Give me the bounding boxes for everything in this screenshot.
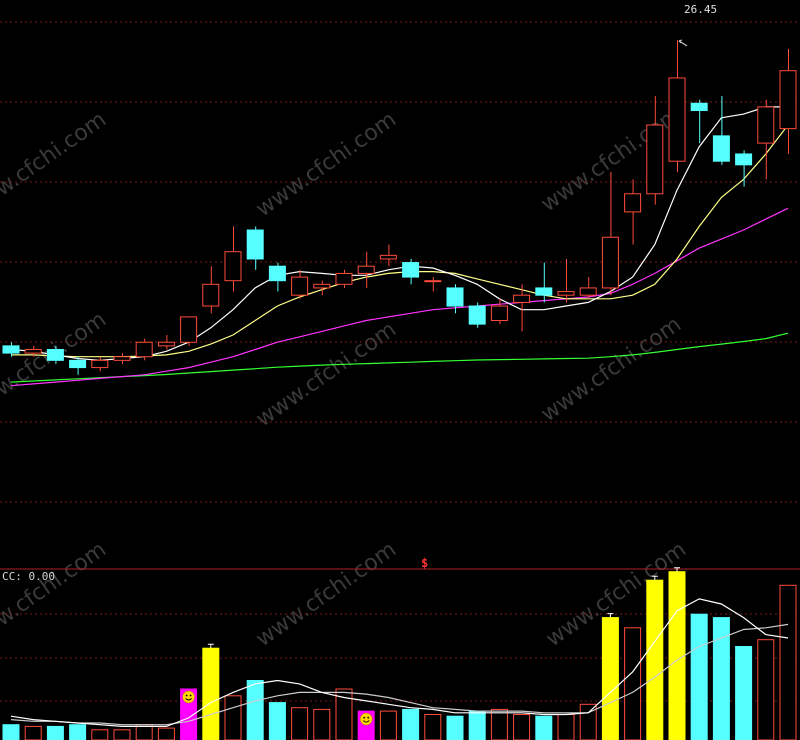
smiley-icon xyxy=(359,712,373,726)
volume-bar xyxy=(601,617,619,740)
smiley-icon xyxy=(182,690,195,704)
volume-bar xyxy=(446,715,464,740)
candle-body xyxy=(579,287,597,296)
smiley-eye xyxy=(363,716,366,719)
high-price-label: 26.45 xyxy=(684,3,718,16)
volume-bar xyxy=(2,724,20,740)
candle-body xyxy=(69,359,87,369)
candle-body xyxy=(246,229,264,260)
watermark-text: www.cfchi.com xyxy=(252,537,401,652)
smiley-eye xyxy=(189,694,192,697)
candle-body xyxy=(379,254,397,260)
volume-bar xyxy=(468,710,486,740)
volume-bar xyxy=(757,639,775,740)
candle-body xyxy=(313,283,331,289)
volume-bar xyxy=(202,647,220,740)
volume-bar xyxy=(46,725,64,740)
candle-body xyxy=(712,135,730,162)
candle-body xyxy=(624,193,642,213)
candle-body xyxy=(357,265,375,274)
smiley-face xyxy=(182,690,195,704)
volume-bar xyxy=(490,708,508,740)
volume-bar xyxy=(24,725,42,740)
smiley-eye xyxy=(185,694,188,697)
volume-bar xyxy=(379,710,397,740)
volume-bar xyxy=(690,613,708,740)
watermark-text: www.cfchi.com xyxy=(252,107,401,222)
candle-body xyxy=(668,77,686,162)
candle-body xyxy=(224,251,242,282)
watermark-text: www.cfchi.com xyxy=(0,107,111,222)
candle-body xyxy=(468,305,486,325)
volume-bar xyxy=(646,579,664,740)
volume-bar xyxy=(268,702,286,740)
watermark-text: www.cfchi.com xyxy=(252,317,401,432)
smiley-face xyxy=(359,712,373,726)
candle-body xyxy=(402,262,420,278)
signal-marker: $ xyxy=(421,556,429,570)
indicator-label: CC: 0.00 xyxy=(2,570,55,583)
watermark-text: www.cfchi.com xyxy=(537,312,686,427)
volume-bar xyxy=(246,680,264,740)
candle-body xyxy=(557,291,575,296)
volume-bar xyxy=(779,584,797,740)
candle-body xyxy=(513,294,531,303)
volume-bar xyxy=(313,708,331,740)
candle-body xyxy=(335,272,353,285)
volume-bar xyxy=(69,724,87,740)
candle-body xyxy=(646,124,664,195)
volume-bar xyxy=(735,646,753,740)
watermark-text: www.cfchi.com xyxy=(0,537,111,652)
candle-body xyxy=(424,280,442,283)
volume-bar xyxy=(157,727,175,740)
volume-bar xyxy=(291,707,309,740)
volume-bar xyxy=(624,627,642,740)
volume-bar xyxy=(513,714,531,740)
candle-body xyxy=(535,287,553,296)
volume-bar xyxy=(91,729,109,740)
volume-bar xyxy=(535,715,553,740)
candle-body xyxy=(291,276,309,296)
volume-bar xyxy=(224,695,242,740)
candle-body xyxy=(690,102,708,112)
stock-chart: www.cfchi.com www.cfchi.com www.cfchi.com w… xyxy=(0,21,800,740)
candle-body xyxy=(91,359,109,369)
candle-body xyxy=(757,106,775,144)
candle-body xyxy=(24,348,42,354)
volume-bar xyxy=(113,729,131,740)
candle-body xyxy=(113,356,131,361)
smiley-eye xyxy=(367,716,370,719)
candle-body xyxy=(268,265,286,282)
candle-body xyxy=(46,348,64,361)
volume-bar xyxy=(402,708,420,740)
volume-tick xyxy=(207,643,214,649)
candle-body xyxy=(490,305,508,322)
volume-bar xyxy=(668,571,686,740)
candle-body xyxy=(446,287,464,307)
candle-body xyxy=(180,316,198,343)
high-marker-arrow xyxy=(678,39,688,47)
volume-bar xyxy=(557,714,575,740)
candle-body xyxy=(735,153,753,166)
candle-body xyxy=(135,341,153,358)
candle-body xyxy=(779,70,797,130)
candle-body xyxy=(157,341,175,347)
candle-body xyxy=(202,283,220,307)
candle-body xyxy=(2,345,20,354)
candle-body xyxy=(601,236,619,289)
volume-bar xyxy=(424,714,442,740)
